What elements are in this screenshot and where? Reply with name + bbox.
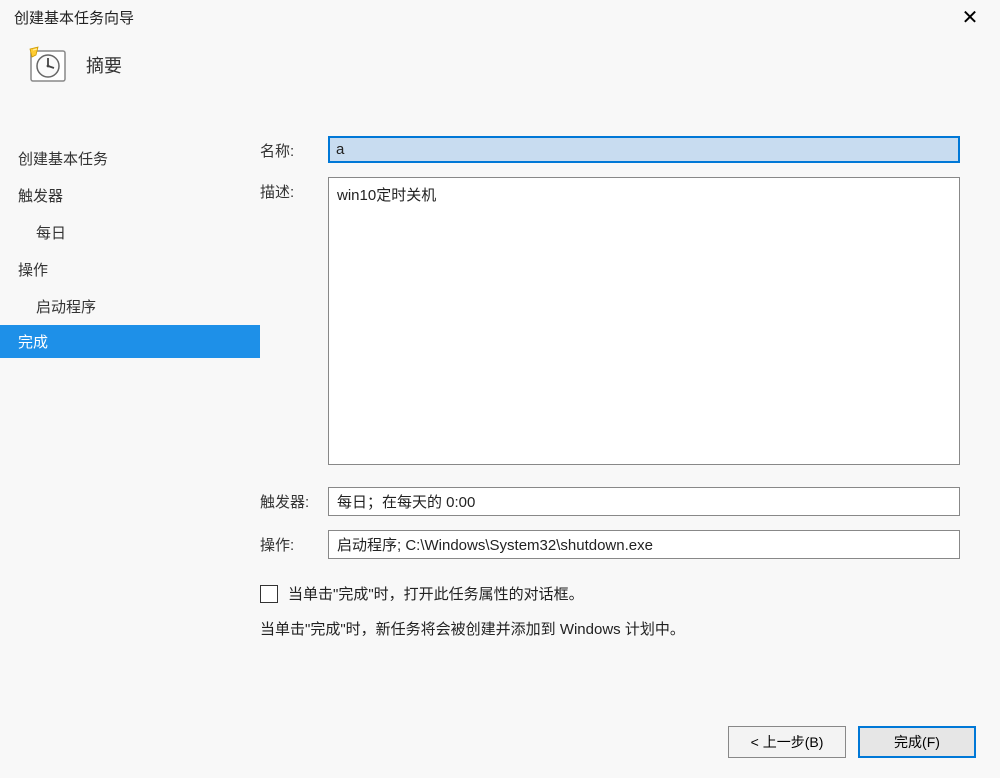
page-heading: 摘要: [86, 52, 122, 78]
sidebar-subitem-start-program[interactable]: 启动程序: [0, 288, 260, 325]
sidebar-subitem-daily[interactable]: 每日: [0, 214, 260, 251]
wizard-window: 创建基本任务向导 ✕ 摘要 创建基本任务 触发器 每日 操作 启动程序 完成: [0, 0, 1000, 778]
trigger-label: 触发器:: [260, 487, 328, 512]
sidebar-item-create-task[interactable]: 创建基本任务: [0, 140, 260, 177]
checkbox-label: 当单击"完成"时，打开此任务属性的对话框。: [288, 583, 584, 604]
clock-wizard-icon: [28, 45, 68, 85]
name-row: 名称:: [260, 136, 960, 163]
back-button[interactable]: < 上一步(B): [728, 726, 846, 758]
open-properties-checkbox[interactable]: [260, 585, 278, 603]
checkbox-row: 当单击"完成"时，打开此任务属性的对话框。: [260, 583, 960, 604]
main-panel: 名称: 描述: 触发器: 每日；在每天的 0:00 操作: 启动程序; C:\W…: [260, 108, 1000, 720]
trigger-row: 触发器: 每日；在每天的 0:00: [260, 487, 960, 516]
window-title: 创建基本任务向导: [14, 7, 134, 28]
wizard-sidebar: 创建基本任务 触发器 每日 操作 启动程序 完成: [0, 108, 260, 720]
trigger-value: 每日；在每天的 0:00: [328, 487, 960, 516]
button-bar: < 上一步(B) 完成(F): [0, 720, 1000, 778]
sidebar-item-trigger[interactable]: 触发器: [0, 177, 260, 214]
action-value: 启动程序; C:\Windows\System32\shutdown.exe: [328, 530, 960, 559]
action-label: 操作:: [260, 530, 328, 555]
sidebar-item-finish[interactable]: 完成: [0, 325, 260, 358]
description-label: 描述:: [260, 177, 328, 202]
name-label: 名称:: [260, 136, 328, 161]
description-row: 描述:: [260, 177, 960, 465]
header-section: 摘要: [0, 34, 1000, 108]
finish-button[interactable]: 完成(F): [858, 726, 976, 758]
name-input[interactable]: [328, 136, 960, 163]
content-area: 创建基本任务 触发器 每日 操作 启动程序 完成 名称: 描述: 触发器: 每日…: [0, 108, 1000, 720]
action-row: 操作: 启动程序; C:\Windows\System32\shutdown.e…: [260, 530, 960, 559]
close-button[interactable]: ✕: [950, 3, 990, 31]
title-bar: 创建基本任务向导 ✕: [0, 0, 1000, 34]
info-text: 当单击"完成"时，新任务将会被创建并添加到 Windows 计划中。: [260, 618, 960, 639]
sidebar-item-action[interactable]: 操作: [0, 251, 260, 288]
description-textarea[interactable]: [328, 177, 960, 465]
close-icon: ✕: [962, 7, 979, 29]
